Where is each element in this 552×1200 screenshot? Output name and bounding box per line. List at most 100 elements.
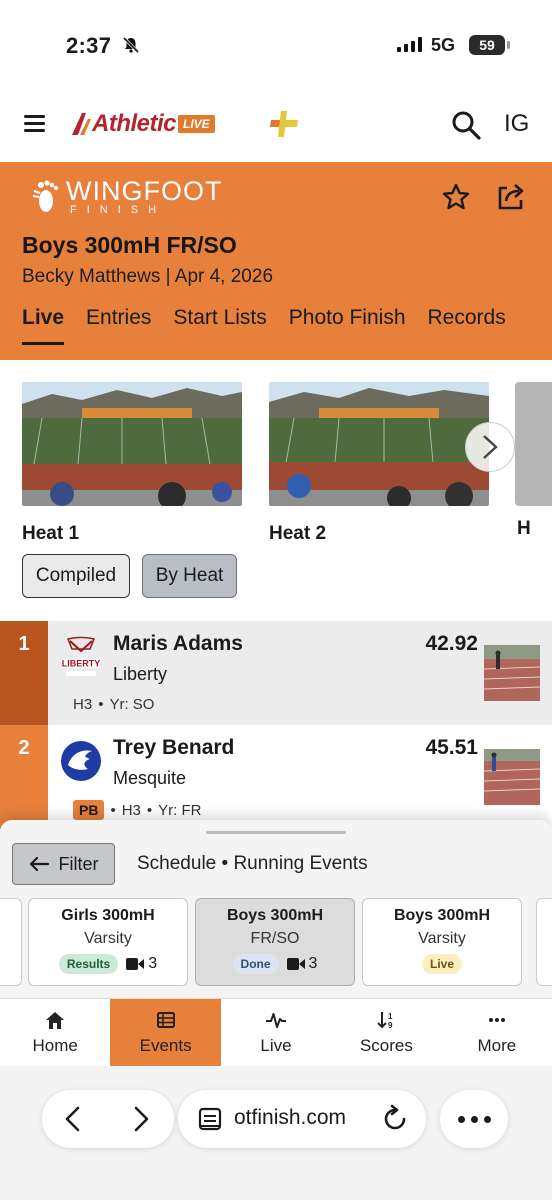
event-card-previous[interactable] — [0, 898, 22, 986]
heat-card-1[interactable]: Heat 1 — [22, 382, 242, 545]
nav-scores[interactable]: 1 9 Scores — [331, 999, 441, 1066]
heat-3-thumbnail[interactable] — [515, 382, 552, 506]
wingfoot-logo: WINGFOOT FINISH — [32, 178, 222, 216]
event-card-selected[interactable]: Boys 300mH FR/SO Done 3 — [195, 898, 355, 986]
result-time: 45.51 — [425, 736, 478, 759]
menu-icon[interactable] — [24, 115, 45, 132]
status-time: 2:37 — [66, 33, 112, 58]
bottom-navigation: Home Events Live 1 9 Scores More — [0, 998, 552, 1066]
status-badge: Results — [58, 954, 119, 974]
class-year: Yr: FR — [158, 801, 202, 819]
signal-icon — [397, 37, 422, 52]
compiled-toggle-button[interactable]: Compiled — [22, 554, 130, 598]
athlete-name[interactable]: Trey Benard — [113, 736, 234, 760]
place-number: 1 — [0, 621, 48, 725]
nav-more[interactable]: More — [442, 999, 552, 1066]
nav-events-label: Events — [139, 1035, 192, 1055]
plus-icon[interactable] — [268, 109, 300, 139]
video-count: 3 — [126, 955, 157, 973]
search-icon[interactable] — [451, 110, 481, 140]
browser-url: otfinish.com — [234, 1106, 347, 1129]
favorite-star-icon[interactable] — [441, 182, 471, 212]
result-time: 42.92 — [425, 632, 478, 655]
tab-records[interactable]: Records — [428, 306, 506, 345]
heat-3-label: H — [517, 518, 531, 539]
result-meta: PB • H3 • Yr: FR — [73, 800, 202, 820]
finish-photo-thumbnail[interactable] — [484, 749, 540, 805]
place-number: 2 — [0, 725, 48, 829]
heat-card-2[interactable]: Heat 2 — [269, 382, 489, 545]
tab-entries[interactable]: Entries — [86, 306, 151, 345]
share-icon[interactable] — [495, 180, 527, 212]
event-card[interactable]: Boys 300mH Varsity Live — [362, 898, 522, 986]
athlete-name[interactable]: Maris Adams — [113, 632, 243, 656]
silent-bell-icon — [122, 36, 140, 54]
meta-separator: • — [146, 801, 153, 819]
heat-number: H3 — [121, 801, 141, 819]
meta-separator: • — [110, 801, 116, 819]
school-name: Liberty — [113, 664, 168, 684]
nav-home-label: Home — [32, 1035, 78, 1055]
tab-live[interactable]: Live — [22, 306, 65, 345]
event-division: Varsity — [418, 930, 466, 947]
reload-icon[interactable] — [380, 1104, 410, 1134]
athletic-logo-mark — [72, 113, 91, 135]
status-badge: Done — [232, 954, 279, 974]
event-title: Boys 300mH FR/SO — [22, 232, 237, 258]
tab-photo-finish[interactable]: Photo Finish — [289, 306, 406, 345]
by-heat-toggle-button[interactable]: By Heat — [142, 554, 237, 598]
more-icon — [488, 1017, 505, 1022]
sheet-grab-handle[interactable] — [206, 831, 346, 834]
nav-live[interactable]: Live — [221, 999, 331, 1066]
browser-more-button[interactable] — [440, 1090, 508, 1148]
event-subtitle: Becky Matthews | Apr 4, 2026 — [22, 266, 274, 287]
mesquite-team-logo — [61, 741, 101, 781]
filter-button[interactable]: Filter — [12, 843, 115, 885]
nav-home[interactable]: Home — [0, 999, 110, 1066]
meta-separator: • — [98, 696, 104, 713]
carousel-next-button[interactable] — [465, 422, 515, 472]
status-bar: 2:37 5G 59 — [0, 0, 552, 92]
event-card-next[interactable] — [536, 898, 552, 986]
class-year: Yr: SO — [109, 696, 155, 713]
result-meta: H3 • Yr: SO — [73, 696, 154, 713]
heat-number: H3 — [73, 696, 93, 713]
reader-icon[interactable] — [196, 1105, 224, 1133]
browser-back-icon[interactable] — [60, 1105, 88, 1133]
footprint-icon — [32, 180, 58, 212]
event-name: Girls 300mH — [61, 907, 155, 924]
filter-label: Filter — [58, 853, 99, 874]
result-row[interactable]: 2 Trey Benard Mesquite PB • H3 • Yr: FR … — [0, 725, 552, 829]
network-type: 5G — [431, 35, 456, 55]
tab-start-lists[interactable]: Start Lists — [173, 306, 266, 345]
athletic-live-logo[interactable]: Athletic LIVE — [70, 109, 215, 139]
heat-2-thumbnail — [269, 382, 489, 510]
home-icon — [46, 1011, 65, 1029]
pulse-icon — [266, 1012, 287, 1028]
battery-icon: 59 — [469, 35, 505, 55]
browser-forward-icon[interactable] — [126, 1105, 154, 1133]
svg-text:1: 1 — [388, 1012, 393, 1021]
nav-events[interactable]: Events — [110, 999, 221, 1066]
browser-toolbar: otfinish.com — [0, 1066, 552, 1200]
account-initials[interactable]: IG — [504, 110, 529, 138]
video-count: 3 — [286, 955, 317, 973]
finish-photo-thumbnail[interactable] — [484, 645, 540, 701]
nav-more-label: More — [477, 1035, 517, 1055]
result-row[interactable]: 1 LIBERTY Maris Adams Liberty H3 • Yr: S… — [0, 621, 552, 725]
meet-tabs: Live Entries Start Lists Photo Finish Re… — [22, 306, 506, 345]
sort-icon: 1 9 — [377, 1011, 393, 1030]
arrow-left-icon — [29, 856, 49, 872]
video-camera-icon — [126, 958, 145, 970]
svg-text:9: 9 — [388, 1021, 393, 1030]
heat-carousel: Heat 1 Heat 2 H — [0, 382, 552, 545]
school-name: Mesquite — [113, 768, 187, 788]
event-card[interactable]: Girls 300mH Varsity Results 3 — [28, 898, 188, 986]
browser-address-bar[interactable]: otfinish.com — [178, 1090, 426, 1148]
video-camera-icon — [286, 958, 305, 970]
event-division: FR/SO — [250, 930, 300, 947]
heat-2-label: Heat 2 — [269, 523, 327, 544]
battery-tip — [507, 41, 510, 49]
personal-best-badge: PB — [73, 800, 105, 820]
nav-scores-label: Scores — [359, 1035, 413, 1055]
